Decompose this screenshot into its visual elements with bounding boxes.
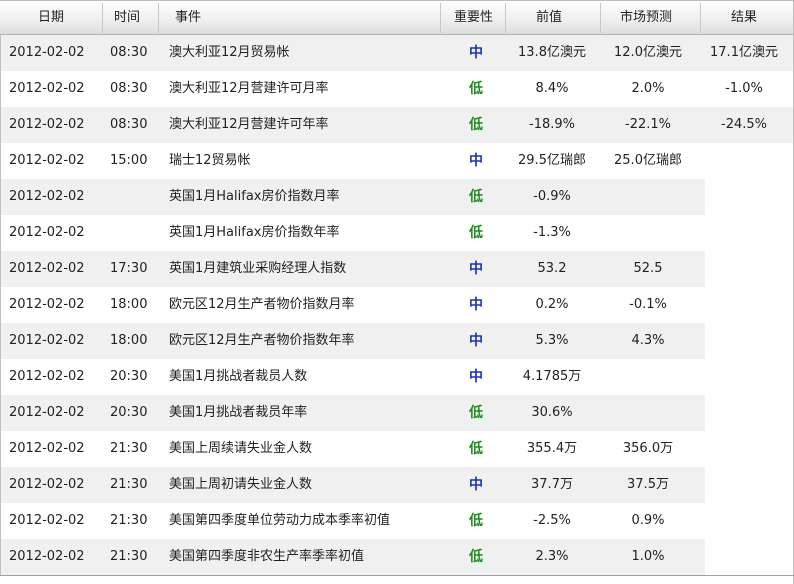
cell-event: 欧元区12月生产者物价指数年率	[169, 333, 355, 348]
cell-event: 美国上周初请失业金人数	[169, 477, 313, 492]
cell-actual: 17.1亿澳元	[710, 45, 778, 60]
cell-date: 2012-02-02	[9, 81, 85, 96]
cell-date: 2012-02-02	[9, 369, 85, 384]
column-header-actual[interactable]: 结果	[731, 1, 757, 35]
cell-event: 英国1月Halifax房价指数月率	[169, 189, 340, 204]
cell-time: 08:30	[110, 117, 148, 132]
cell-event: 澳大利亚12月贸易帐	[169, 45, 290, 60]
cell-actual: -24.5%	[721, 117, 767, 132]
cell-event: 美国1月挑战者裁员人数	[169, 369, 308, 384]
table-row[interactable]: 2012-02-02 21:30 美国第四季度非农生产率季率初值低 2.3% 1.0%	[0, 539, 794, 575]
column-header-time[interactable]: 时间	[114, 1, 140, 35]
cell-event: 澳大利亚12月营建许可月率	[169, 81, 329, 96]
cell-event: 美国上周续请失业金人数	[169, 441, 313, 456]
table-row[interactable]: 2012-02-02 21:30 美国上周初请失业金人数中 37.7万 37.5万	[0, 467, 794, 503]
cell-time: 17:30	[110, 261, 148, 276]
cell-event: 瑞士12贸易帐	[169, 153, 251, 168]
cell-actual	[684, 287, 794, 323]
cell-actual	[684, 503, 794, 539]
cell-actual	[684, 539, 794, 575]
cell-time: 15:00	[110, 153, 148, 168]
cell-date: 2012-02-02	[9, 225, 85, 240]
cell-date: 2012-02-02	[9, 513, 85, 528]
cell-event: 英国1月Halifax房价指数年率	[169, 225, 340, 240]
table-row[interactable]: 2012-02-02 18:00 欧元区12月生产者物价指数年率中 5.3% 4.3%	[0, 323, 794, 359]
table-row[interactable]: 2012-02-02 17:30 英国1月建筑业采购经理人指数中 53.2 52.5	[0, 251, 794, 287]
cell-date: 2012-02-02	[9, 549, 85, 564]
table-row[interactable]: 2012-02-02 英国1月Halifax房价指数月率低 -0.9%	[0, 179, 794, 215]
cell-event: 美国第四季度非农生产率季率初值	[169, 549, 365, 564]
table-row[interactable]: 2012-02-02 08:30 澳大利亚12月营建许可月率低 8.4% 2.0% -1.…	[0, 71, 794, 107]
cell-date: 2012-02-02	[9, 261, 85, 276]
cell-event: 英国1月建筑业采购经理人指数	[169, 261, 347, 276]
cell-date: 2012-02-02	[9, 405, 85, 420]
table-row[interactable]: 2012-02-02 15:00 瑞士12贸易帐中 29.5亿瑞郎 25.0亿瑞郎	[0, 143, 794, 179]
cell-date: 2012-02-02	[9, 45, 85, 60]
column-header-forecast[interactable]: 市场预测	[620, 1, 672, 35]
cell-date: 2012-02-02	[9, 117, 85, 132]
table-row[interactable]: 2012-02-02 英国1月Halifax房价指数年率低 -1.3%	[0, 215, 794, 251]
cell-date: 2012-02-02	[9, 333, 85, 348]
cell-date: 2012-02-02	[9, 297, 85, 312]
cell-event: 美国1月挑战者裁员年率	[169, 405, 308, 420]
table-row[interactable]: 2012-02-02 08:30 澳大利亚12月营建许可年率低 -18.9% -22.1…	[0, 107, 794, 143]
column-header-importance[interactable]: 重要性	[454, 1, 493, 35]
cell-time: 21:30	[110, 477, 148, 492]
table-row[interactable]: 2012-02-02 20:30 美国1月挑战者裁员人数中 4.1785万	[0, 359, 794, 395]
cell-actual	[684, 431, 794, 467]
table-border-left	[0, 35, 1, 576]
economic-calendar-table: 日期 时间 事件 重要性 前值 市场预测 结果 2012-02-02 08:30 澳…	[0, 0, 794, 584]
cell-actual	[684, 143, 794, 179]
cell-actual	[684, 467, 794, 503]
cell-date: 2012-02-02	[9, 441, 85, 456]
cell-actual	[684, 323, 794, 359]
column-header-event[interactable]: 事件	[175, 1, 201, 35]
cell-actual: -1.0%	[725, 81, 763, 96]
column-divider	[505, 3, 506, 33]
cell-time: 18:00	[110, 333, 148, 348]
cell-actual	[684, 395, 794, 431]
table-row[interactable]: 2012-02-02 18:00 欧元区12月生产者物价指数月率中 0.2% -0.1%	[0, 287, 794, 323]
cell-event: 欧元区12月生产者物价指数月率	[169, 297, 355, 312]
cell-time: 18:00	[110, 297, 148, 312]
cell-actual	[684, 251, 794, 287]
column-divider	[600, 3, 601, 33]
cell-date: 2012-02-02	[9, 189, 85, 204]
table-row[interactable]: 2012-02-02 20:30 美国1月挑战者裁员年率低 30.6%	[0, 395, 794, 431]
cell-date: 2012-02-02	[9, 153, 85, 168]
cell-date: 2012-02-02	[9, 477, 85, 492]
table-row[interactable]: 2012-02-02 08:30 澳大利亚12月贸易帐中 13.8亿澳元 12.0亿澳元…	[0, 35, 794, 71]
cell-time: 21:30	[110, 549, 148, 564]
column-header-previous[interactable]: 前值	[536, 1, 562, 35]
cell-time: 20:30	[110, 369, 148, 384]
column-divider	[440, 3, 441, 33]
table-row[interactable]: 2012-02-02 21:30 美国第四季度单位劳动力成本季率初值低 -2.5% 0.…	[0, 503, 794, 539]
table-row[interactable]: 2012-02-02 21:30 美国上周续请失业金人数低 355.4万 356.0万	[0, 431, 794, 467]
column-header-date[interactable]: 日期	[38, 1, 64, 35]
cell-time: 08:30	[110, 45, 148, 60]
cell-time: 21:30	[110, 513, 148, 528]
cell-actual	[684, 215, 794, 251]
cell-event: 美国第四季度单位劳动力成本季率初值	[169, 513, 391, 528]
cell-event: 澳大利亚12月营建许可年率	[169, 117, 329, 132]
cell-time: 20:30	[110, 405, 148, 420]
cell-actual	[684, 359, 794, 395]
table-border-bottom	[0, 575, 794, 576]
cell-time: 08:30	[110, 81, 148, 96]
table-header: 日期 时间 事件 重要性 前值 市场预测 结果	[0, 0, 794, 35]
column-divider	[102, 3, 103, 33]
column-divider	[158, 3, 159, 33]
cell-time: 21:30	[110, 441, 148, 456]
column-divider	[700, 3, 701, 33]
cell-actual	[684, 179, 794, 215]
